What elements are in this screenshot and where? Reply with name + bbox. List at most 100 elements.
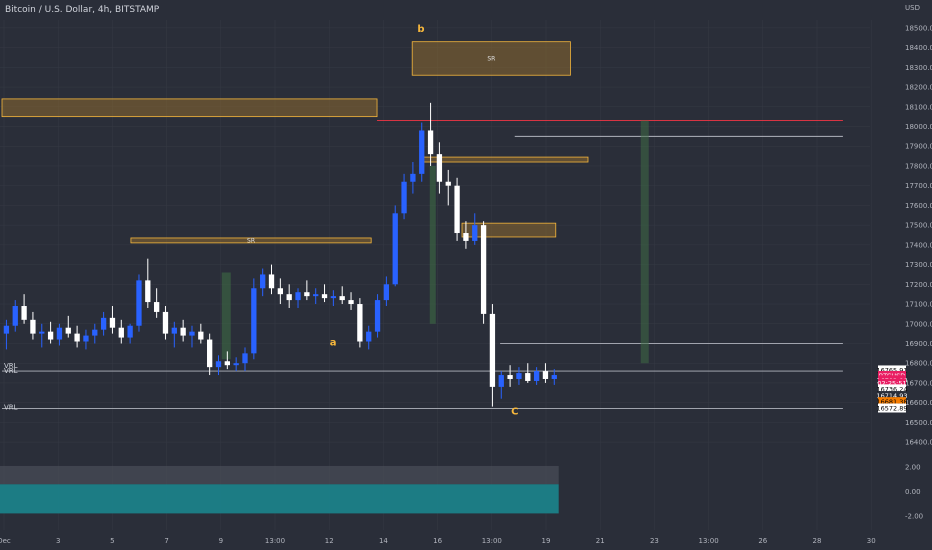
price-tick-label: 17600.00: [905, 202, 932, 210]
candle-body: [100, 317, 107, 330]
price-tick-label: 17800.00: [905, 162, 932, 170]
price-tick-label: 16600.00: [905, 399, 932, 407]
candle-body: [489, 313, 496, 387]
candle-body: [304, 292, 310, 297]
candle-body: [516, 373, 522, 379]
candle-body: [445, 181, 451, 186]
candle-body: [171, 327, 177, 334]
candle-body: [295, 292, 301, 301]
price-tick-label: 16400.00: [905, 439, 932, 447]
price-tick-label: 16700.00: [905, 379, 932, 387]
wave-label: b: [417, 24, 424, 35]
price-tick-label: 18200.00: [905, 84, 932, 92]
candle-body: [56, 327, 63, 340]
candle-body: [419, 130, 425, 174]
green-marker-bar: [429, 165, 436, 324]
wave-label: C: [511, 406, 518, 417]
candle-body: [436, 154, 443, 182]
time-tick-label: 21: [596, 537, 605, 545]
price-tag-layer: 16765.91BTCUSD16702.0002:25:5116736.2416…: [876, 365, 908, 413]
price-tick-label: 17900.00: [905, 143, 932, 151]
candle-body: [242, 353, 248, 364]
time-tick-label: 12: [325, 537, 334, 545]
candle-body: [374, 300, 381, 332]
time-tick-label: 13:00: [699, 537, 719, 545]
indicator-layer: [0, 465, 559, 514]
candle-body: [260, 274, 266, 289]
candle-body: [74, 333, 80, 342]
candle-body: [286, 294, 292, 301]
candle-body: [233, 363, 239, 366]
time-tick-label: 23: [650, 537, 659, 545]
candle-body: [180, 327, 186, 336]
price-tick-label: 18400.00: [905, 44, 932, 52]
price-tick-label: 18000.00: [905, 123, 932, 131]
supply-zone: [420, 156, 589, 163]
vrl-label: VRL: [4, 367, 18, 375]
indicator-tick-label: 0.00: [905, 488, 921, 496]
candle-body: [321, 294, 328, 299]
candle-body: [339, 296, 345, 301]
time-tick-label: 19: [542, 537, 551, 545]
candle-body: [189, 331, 195, 336]
price-tick-label: 17200.00: [905, 281, 932, 289]
zone-label: SR: [487, 55, 495, 62]
time-tick-label: 13:00: [265, 537, 285, 545]
price-tag-text: 16572.89: [876, 405, 907, 413]
indicator-tick-label: 2.00: [905, 464, 921, 472]
candle-body: [472, 225, 478, 241]
candle-body: [551, 375, 557, 379]
candle-body: [224, 361, 230, 366]
candle-body: [198, 331, 204, 340]
wave-label: a: [330, 337, 337, 348]
candle-body: [39, 331, 45, 334]
zone-label: SR: [247, 237, 255, 244]
candle-body: [454, 185, 460, 234]
candle-body: [410, 173, 416, 182]
candle-body: [21, 306, 27, 320]
candle-body: [251, 288, 257, 354]
candle-body: [118, 327, 124, 338]
time-tick-label: Dec: [0, 537, 11, 545]
time-tick-label: 16: [433, 537, 442, 545]
oscillator-band: [0, 484, 559, 514]
candle-body: [401, 181, 407, 214]
candle-body: [92, 329, 98, 336]
candle-body: [162, 311, 169, 334]
candle-body: [65, 327, 71, 334]
indicator-tick-label: -2.00: [905, 512, 923, 520]
price-tick-label: 17500.00: [905, 222, 932, 230]
candle-body: [463, 233, 469, 241]
candle-body: [207, 339, 213, 368]
candle-body: [30, 319, 36, 334]
time-tick-label: 7: [164, 537, 168, 545]
price-tick-label: 18500.00: [905, 24, 932, 32]
candle-body: [357, 304, 363, 342]
candle-body: [268, 274, 275, 289]
candle-body: [47, 331, 54, 340]
price-tick-label: 17700.00: [905, 182, 932, 190]
chart-svg[interactable]: SRSR VRLVRLVRL baC 18500.0018400.0018300…: [0, 0, 932, 550]
candle-body: [215, 361, 222, 368]
chart-root: SRSR VRLVRLVRL baC 18500.0018400.0018300…: [0, 0, 932, 550]
time-tick-label: 9: [219, 537, 223, 545]
currency-label: USD: [905, 4, 920, 12]
price-tick-label: 18300.00: [905, 64, 932, 72]
time-tick-label: 30: [867, 537, 876, 545]
candle-body: [12, 306, 18, 326]
time-tick-label: 3: [56, 537, 60, 545]
price-tick-label: 16500.00: [905, 419, 932, 427]
candle-body: [383, 284, 390, 301]
green-marker-bar: [640, 120, 649, 364]
candle-body: [542, 371, 549, 379]
candle-body: [366, 331, 372, 342]
price-tick-label: 18100.00: [905, 103, 932, 111]
candle-body: [348, 300, 354, 305]
candle-body: [109, 317, 116, 328]
candle-body: [498, 375, 504, 387]
candle-body: [313, 294, 319, 297]
candle-body: [507, 375, 513, 379]
chart-title: Bitcoin / U.S. Dollar, 4h, BITSTAMP: [5, 5, 160, 15]
candle-body: [533, 371, 540, 381]
green-marker-bar: [221, 272, 231, 360]
